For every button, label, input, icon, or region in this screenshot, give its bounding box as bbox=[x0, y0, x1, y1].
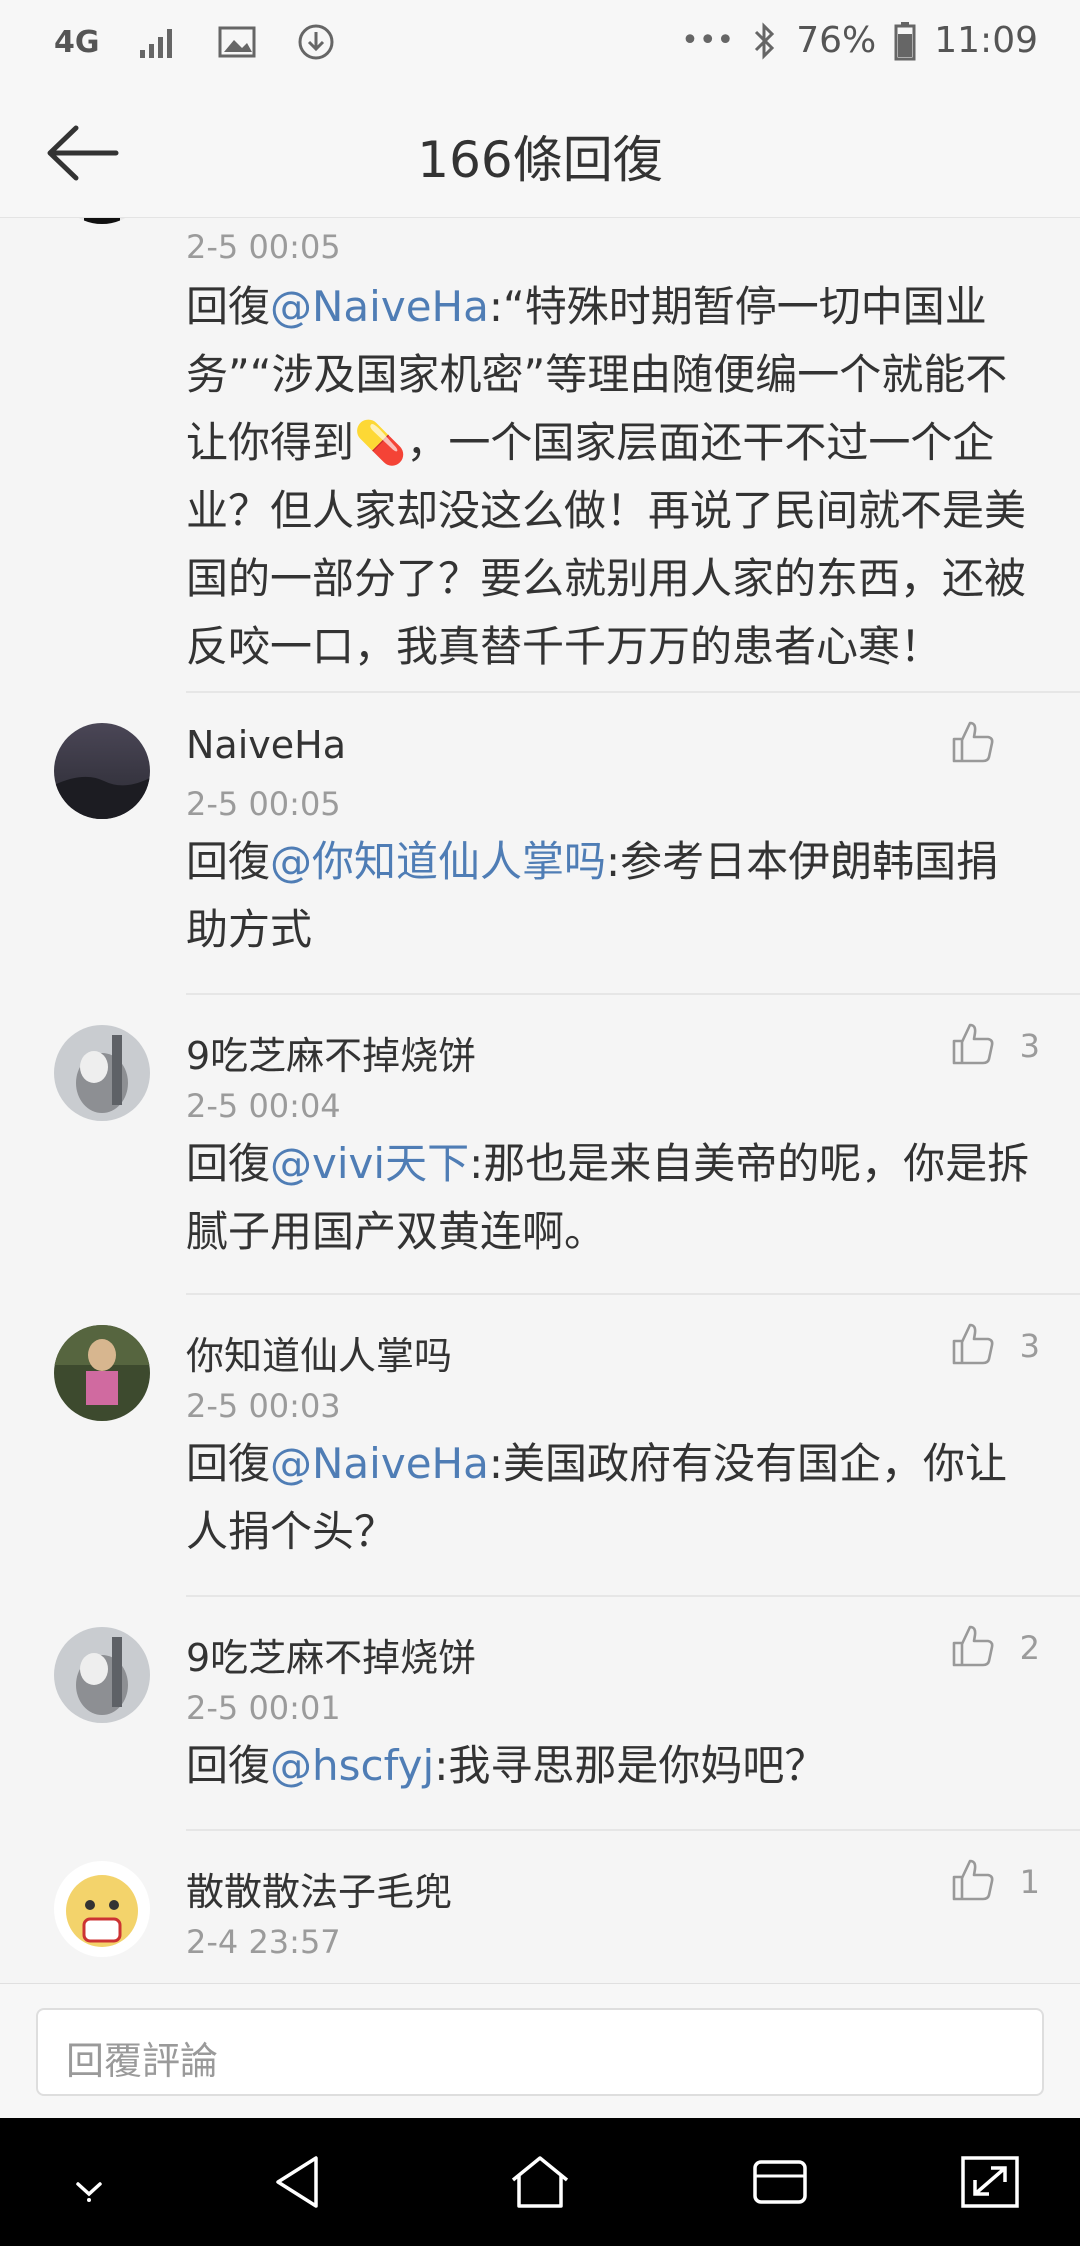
mention-link[interactable]: @你知道仙人掌吗 bbox=[270, 837, 606, 886]
like-count: 2 bbox=[1019, 1629, 1040, 1667]
comment-item: 9吃芝麻不掉烧饼 2 2-5 00:01 回復@hscfyj:我寻思那是你妈吧？ bbox=[0, 1597, 1080, 1831]
mention-link[interactable]: @vivi天下 bbox=[270, 1139, 469, 1188]
download-icon bbox=[296, 22, 336, 62]
bluetooth-icon bbox=[752, 21, 778, 61]
more-dots-icon: ••• bbox=[681, 23, 735, 58]
comment-username[interactable]: 散散散法子毛兜 bbox=[186, 1861, 452, 1916]
avatar[interactable] bbox=[54, 1861, 150, 1957]
comment-time: 2-5 00:04 bbox=[186, 1087, 341, 1125]
comment-time: 2-4 23:57 bbox=[186, 1923, 341, 1961]
comment-item: 9吃芝麻不掉烧饼 3 2-5 00:04 回復@vivi天下:那也是来自美帝的呢… bbox=[0, 995, 1080, 1295]
comment-item: NaiveHa 2-5 00:05 回復@你知道仙人掌吗:参考日本伊朗韩国捐助方… bbox=[0, 693, 1080, 995]
gallery-icon bbox=[218, 24, 258, 60]
reply-input-placeholder: 回覆評論 bbox=[66, 2039, 219, 2083]
reply-prefix: 回復 bbox=[186, 282, 271, 331]
comment-text: 回復@hscfyj:我寻思那是你妈吧？ bbox=[186, 1732, 1032, 1800]
signal-icon bbox=[138, 24, 180, 60]
comment-username[interactable]: 9吃芝麻不掉烧饼 bbox=[186, 1627, 476, 1682]
comment-body: :我寻思那是你妈吧？ bbox=[434, 1741, 827, 1790]
reply-bar: 回覆評論 bbox=[0, 1983, 1080, 2118]
home-icon[interactable] bbox=[505, 2150, 575, 2214]
avatar[interactable] bbox=[54, 1627, 150, 1723]
comment-item: 你知道仙人掌吗 3 2-5 00:03 回復@NaiveHa:美国政府有没有国企… bbox=[0, 1295, 1080, 1597]
back-icon[interactable] bbox=[264, 2150, 334, 2214]
thumbs-up-icon bbox=[950, 1021, 996, 1071]
comment-username[interactable]: 9吃芝麻不掉烧饼 bbox=[186, 1025, 476, 1080]
hide-keyboard-icon[interactable] bbox=[54, 2150, 124, 2214]
mention-link[interactable]: @NaiveHa bbox=[270, 1439, 489, 1488]
comment-text: 回復@vivi天下:那也是来自美帝的呢，你是拆腻子用国产双黄连啊。 bbox=[186, 1130, 1032, 1266]
comment-time: 2-5 00:03 bbox=[186, 1387, 341, 1425]
avatar[interactable] bbox=[54, 218, 150, 224]
mention-link[interactable]: @NaiveHa bbox=[270, 282, 489, 331]
mention-link[interactable]: @hscfyj bbox=[270, 1741, 434, 1790]
comment-username[interactable]: NaiveHa bbox=[186, 723, 346, 767]
like-button[interactable]: 3 bbox=[950, 1321, 1040, 1371]
like-count: 1 bbox=[1019, 1863, 1040, 1901]
avatar[interactable] bbox=[54, 1025, 150, 1121]
like-count: 3 bbox=[1019, 1327, 1040, 1365]
like-button[interactable]: 1 bbox=[950, 1857, 1040, 1907]
thumbs-up-icon bbox=[950, 1623, 996, 1673]
comment-text: 回復@NaiveHa:美国政府有没有国企，你让人捐个头？ bbox=[186, 1430, 1032, 1566]
comment-list[interactable]: 2-5 00:05 回復@NaiveHa:“特殊时期暂停一切中国业务”“涉及国家… bbox=[0, 218, 1080, 1983]
pill-emoji: 💊 bbox=[354, 418, 407, 467]
battery-icon bbox=[894, 21, 916, 61]
like-button[interactable]: 3 bbox=[950, 1021, 1040, 1071]
thumbs-up-icon bbox=[950, 719, 996, 769]
comment-item: 2-5 00:05 回復@NaiveHa:“特殊时期暂停一切中国业务”“涉及国家… bbox=[0, 218, 1080, 693]
comment-time: 2-5 00:05 bbox=[186, 228, 341, 266]
status-bar: 4G ••• 76% 11:09 bbox=[0, 0, 1080, 88]
header-bar: 166條回復 bbox=[0, 88, 1080, 218]
battery-percent: 76% bbox=[796, 20, 877, 61]
comment-time: 2-5 00:01 bbox=[186, 1689, 341, 1727]
reply-prefix: 回復 bbox=[186, 837, 271, 886]
avatar[interactable] bbox=[54, 723, 150, 819]
page-title: 166條回復 bbox=[417, 131, 663, 189]
like-count: 3 bbox=[1019, 1027, 1040, 1065]
thumbs-up-icon bbox=[950, 1857, 996, 1907]
reply-prefix: 回復 bbox=[186, 1439, 271, 1488]
comment-text: 回復@你知道仙人掌吗:参考日本伊朗韩国捐助方式 bbox=[186, 828, 1032, 964]
comment-item: 散散散法子毛兜 1 2-4 23:57 bbox=[0, 1831, 1080, 1983]
reply-input[interactable]: 回覆評論 bbox=[36, 2008, 1044, 2096]
comment-username[interactable]: 你知道仙人掌吗 bbox=[186, 1325, 452, 1380]
comment-time: 2-5 00:05 bbox=[186, 785, 341, 823]
thumbs-up-icon bbox=[950, 1321, 996, 1371]
clock: 11:09 bbox=[934, 20, 1038, 61]
system-navigation-bar bbox=[0, 2118, 1080, 2246]
like-button[interactable] bbox=[950, 719, 1040, 769]
reply-prefix: 回復 bbox=[186, 1741, 271, 1790]
reply-prefix: 回復 bbox=[186, 1139, 271, 1188]
network-type-icon: 4G bbox=[54, 24, 100, 60]
comment-text: 回復@NaiveHa:“特殊时期暂停一切中国业务”“涉及国家机密”等理由随便编一… bbox=[186, 273, 1032, 681]
recent-apps-icon[interactable] bbox=[745, 2150, 815, 2214]
like-button[interactable]: 2 bbox=[950, 1623, 1040, 1673]
expand-icon[interactable] bbox=[955, 2150, 1025, 2214]
avatar[interactable] bbox=[54, 1325, 150, 1421]
